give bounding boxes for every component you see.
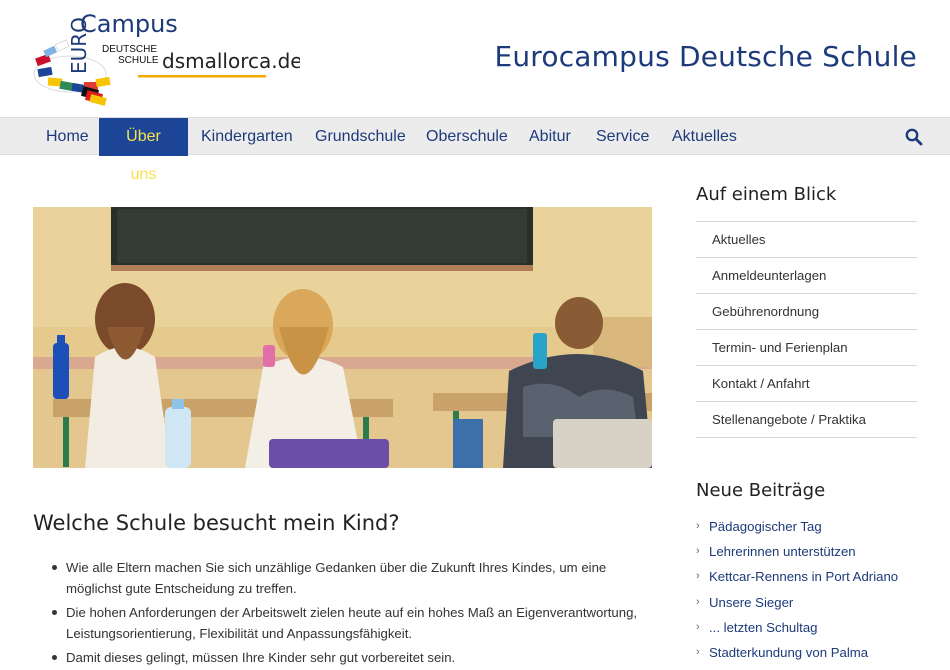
- bullet-item: Wie alle Eltern machen Sie sich unzählig…: [52, 557, 652, 599]
- news-link-label: Lehrerinnen unterstützen: [709, 544, 856, 560]
- sidebar-link-stellenangebote[interactable]: Stellenangebote / Praktika: [696, 402, 917, 438]
- logo-underline: [138, 75, 266, 78]
- chevron-right-icon: ›: [696, 595, 700, 608]
- main-navigation: Home Über uns Kindergarten Grundschule O…: [0, 117, 950, 183]
- news-link[interactable]: › Stadterkundung von Palma: [696, 640, 936, 665]
- sidebar-link-aktuelles[interactable]: Aktuelles: [696, 222, 917, 258]
- nav-item-ueber-uns[interactable]: Über uns: [99, 118, 188, 183]
- search-icon[interactable]: [904, 127, 924, 147]
- sidebar-glance-list: Aktuelles Anmeldeunterlagen Gebührenordn…: [696, 221, 917, 438]
- news-link[interactable]: › ... letzten Schultag: [696, 615, 936, 640]
- nav-item-service[interactable]: Service: [583, 118, 662, 156]
- chevron-right-icon: ›: [696, 570, 700, 583]
- nav-item-aktuelles[interactable]: Aktuelles: [659, 118, 750, 156]
- news-link[interactable]: › Lehrerinnen unterstützen: [696, 539, 936, 564]
- site-header: Campus EURO DEUTSCHE SCHULE dsmallorca.d…: [0, 0, 950, 117]
- logo-domain-text: dsmallorca.de: [162, 49, 300, 73]
- news-link[interactable]: › Pädagogischer Tag: [696, 514, 936, 539]
- sidebar-link-gebuehrenordnung[interactable]: Gebührenordnung: [696, 294, 917, 330]
- bullet-item: Damit dieses gelingt, müssen Ihre Kinder…: [52, 647, 652, 668]
- sidebar-glance-heading: Auf einem Blick: [696, 184, 837, 205]
- news-link[interactable]: › Unsere Sieger: [696, 590, 936, 615]
- nav-item-oberschule[interactable]: Oberschule: [413, 118, 521, 156]
- sidebar-news-list: › Pädagogischer Tag › Lehrerinnen unterstü…: [696, 514, 936, 665]
- nav-item-kindergarten[interactable]: Kindergarten: [188, 118, 306, 156]
- news-link[interactable]: › Kettcar-Rennens in Port Adriano: [696, 564, 936, 589]
- sidebar-link-termin-ferienplan[interactable]: Termin- und Ferienplan: [696, 330, 917, 366]
- logo-campus-text: Campus: [80, 10, 178, 38]
- sidebar-news-heading: Neue Beiträge: [696, 480, 826, 501]
- chevron-right-icon: ›: [696, 545, 700, 558]
- chevron-right-icon: ›: [696, 520, 700, 532]
- news-link-label: Stadterkundung von Palma: [709, 644, 869, 660]
- nav-item-home[interactable]: Home: [33, 118, 102, 156]
- school-logo[interactable]: Campus EURO DEUTSCHE SCHULE dsmallorca.d…: [30, 8, 300, 108]
- news-link-label: Kettcar-Rennens in Port Adriano: [709, 569, 899, 585]
- classroom-photo: [33, 207, 652, 468]
- news-link-label: Unsere Sieger: [709, 594, 794, 610]
- sidebar-link-anmeldeunterlagen[interactable]: Anmeldeunterlagen: [696, 258, 917, 294]
- intro-bullets: Wie alle Eltern machen Sie sich unzählig…: [52, 557, 652, 670]
- logo-schule-text: SCHULE: [118, 55, 159, 66]
- chevron-right-icon: ›: [696, 645, 700, 658]
- news-link-label: Pädagogischer Tag: [709, 519, 822, 534]
- news-link-label: ... letzten Schultag: [709, 619, 818, 635]
- page-heading: Welche Schule besucht mein Kind?: [33, 511, 400, 535]
- nav-item-grundschule[interactable]: Grundschule: [302, 118, 419, 156]
- logo-euro-text: EURO: [67, 17, 91, 74]
- sidebar-link-kontakt-anfahrt[interactable]: Kontakt / Anfahrt: [696, 366, 917, 402]
- site-title: Eurocampus Deutsche Schule: [494, 40, 917, 73]
- nav-item-abitur[interactable]: Abitur: [516, 118, 584, 156]
- chevron-right-icon: ›: [696, 620, 700, 633]
- bullet-item: Die hohen Anforderungen der Arbeitswelt …: [52, 602, 652, 644]
- logo-deutsche-text: DEUTSCHE: [102, 44, 157, 55]
